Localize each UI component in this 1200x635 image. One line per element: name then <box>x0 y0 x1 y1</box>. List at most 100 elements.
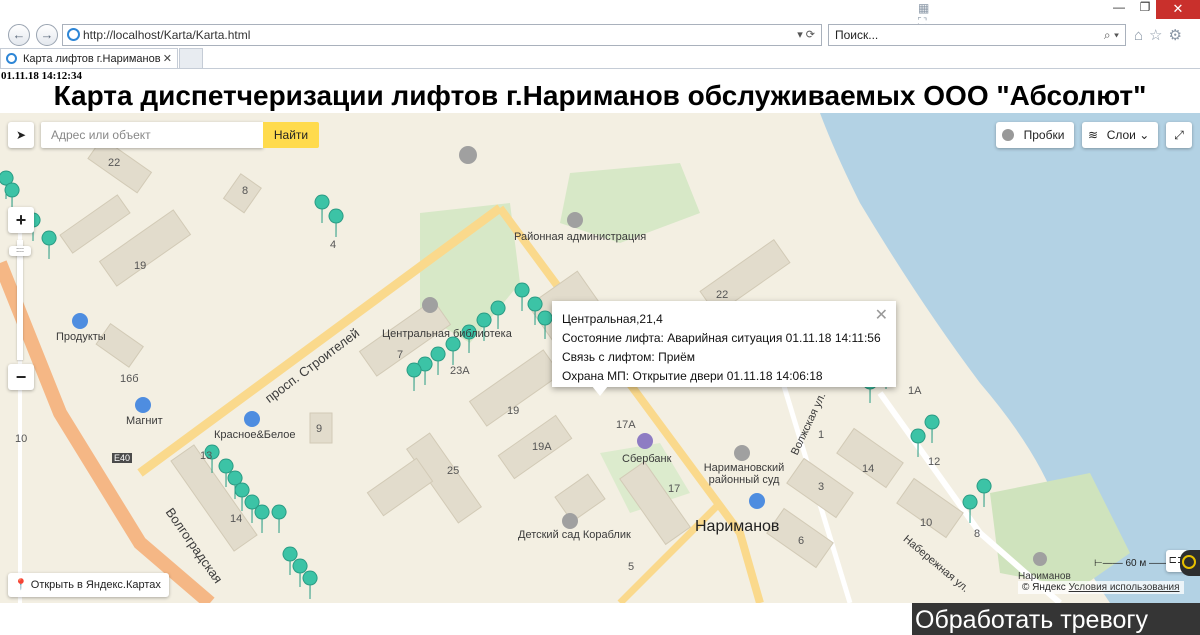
close-icon[interactable]: ✕ <box>875 306 888 325</box>
plus-icon: + <box>15 210 27 230</box>
map-pin-icon: 📍 <box>14 579 28 591</box>
terms-link[interactable]: Условия использования <box>1069 582 1180 593</box>
house-number: 1А <box>908 385 922 397</box>
house-number: 19 <box>507 405 520 417</box>
label-library: Центральная библиотека <box>382 328 512 340</box>
search-icon[interactable]: ⌕ ▾ <box>1104 25 1119 45</box>
house-number: 19 <box>134 260 147 272</box>
house-number: 14 <box>230 513 243 525</box>
house-number: 16б <box>120 373 139 385</box>
house-number: 4 <box>330 239 337 251</box>
house-number: 12 <box>928 456 941 468</box>
url-text: http://localhost/Karta/Karta.html <box>83 28 251 42</box>
house-number: 6 <box>798 535 805 547</box>
label-road-e40: E40 <box>112 453 133 463</box>
label-kindergarten: Детский сад Кораблик <box>518 529 631 541</box>
house-number: 14 <box>862 463 875 475</box>
scale-label: 60 м <box>1125 558 1147 569</box>
address-bar[interactable]: http://localhost/Karta/Karta.html ▾ ⟳ <box>62 24 822 46</box>
traffic-label: Пробки <box>1023 128 1065 142</box>
house-number: 9 <box>316 423 323 435</box>
guard-value: Открытие двери 01.11.18 14:06:18 <box>632 369 823 383</box>
house-number: 17 <box>668 483 681 495</box>
link-value: Приём <box>658 350 696 364</box>
tab-karta[interactable]: Карта лифтов г.Нариманов ✕ <box>0 48 178 69</box>
chevron-down-icon: ⌄ <box>1139 128 1150 142</box>
layers-label: Слои <box>1106 128 1136 142</box>
fullscreen-button[interactable]: ⤢ <box>1166 122 1192 148</box>
popup-link-row: Связь с лифтом: Приём <box>562 348 886 367</box>
house-number: 8 <box>242 185 249 197</box>
forward-button[interactable]: → <box>36 24 58 46</box>
forward-arrow-icon: → <box>40 27 54 42</box>
traffic-button[interactable]: Пробки <box>996 122 1074 148</box>
house-number: 22 <box>716 289 729 301</box>
page-title: Карта диспетчеризации лифтов г.Нариманов… <box>53 80 1147 111</box>
label-sberbank: Сбербанк <box>622 453 672 465</box>
process-alarm-button[interactable]: Обработать тревогу <box>912 603 1200 635</box>
label-krasnoe: Красное&Белое <box>214 429 296 441</box>
open-yandex-maps-link[interactable]: 📍 Открыть в Яндекс.Картах <box>8 573 169 597</box>
zoom-slider[interactable] <box>17 240 23 360</box>
house-number: 22 <box>108 157 121 169</box>
state-value: Аварийная ситуация 01.11.18 14:11:56 <box>667 331 881 345</box>
zoom-out-button[interactable]: − <box>8 364 34 390</box>
road-central <box>496 205 764 603</box>
popup-address: Центральная,21,4 <box>562 312 663 326</box>
chrome-divider <box>0 68 1200 69</box>
layers-button[interactable]: ≋ Слои ⌄ <box>1082 122 1158 148</box>
state-label: Состояние лифта: <box>562 331 664 345</box>
new-tab-button[interactable] <box>179 48 203 69</box>
house-number: 10 <box>15 433 28 445</box>
close-window-button[interactable]: ✕ <box>1156 0 1200 19</box>
map-search-input[interactable]: Адрес или объект <box>41 122 263 148</box>
house-number: 8 <box>974 528 981 540</box>
ie-logo-icon <box>67 28 80 41</box>
house-number: 1 <box>818 429 825 441</box>
side-panel-toggle[interactable] <box>1180 550 1200 576</box>
zoom-in-button[interactable]: + <box>8 207 34 233</box>
house-number: 13 <box>200 450 213 462</box>
label-magnit: Магнит <box>126 415 163 427</box>
label-city: Нариманов <box>695 518 780 535</box>
house-number: 3 <box>818 481 825 493</box>
traffic-icon <box>1002 129 1014 141</box>
popup-tail <box>592 386 608 396</box>
panel-icon <box>1182 555 1196 569</box>
geolocation-button[interactable]: ➤ <box>8 122 34 148</box>
tab-ie-icon <box>6 53 17 64</box>
popup-guard-row: Охрана МП: Открытие двери 01.11.18 14:06… <box>562 367 886 386</box>
label-products: Продукты <box>56 331 106 343</box>
tab-title: Карта лифтов г.Нариманов <box>23 53 161 65</box>
house-number: 23А <box>450 365 470 377</box>
search-placeholder: Поиск... <box>835 28 879 42</box>
toolbar-icons[interactable]: ⌂☆⚙ <box>1134 26 1188 44</box>
popup-state-row: Состояние лифта: Аварийная ситуация 01.1… <box>562 329 886 348</box>
house-number: 25 <box>447 465 460 477</box>
back-button[interactable]: ← <box>8 24 30 46</box>
house-number: 10 <box>920 517 933 529</box>
lift-info-popup: Центральная,21,4 Состояние лифта: Аварий… <box>552 301 896 387</box>
maximize-button[interactable]: ❐ <box>1132 0 1158 17</box>
link-label: Связь с лифтом: <box>562 350 655 364</box>
house-number: 5 <box>628 561 635 573</box>
find-button[interactable]: Найти <box>263 122 319 148</box>
minimize-button[interactable]: — <box>1106 0 1132 17</box>
refresh-icon[interactable]: ▾ ⟳ <box>797 25 815 45</box>
open-yandex-label: Открыть в Яндекс.Картах <box>30 579 161 591</box>
copyright: © Яндекс Условия использования <box>1018 581 1184 594</box>
layers-icon: ≋ <box>1088 128 1099 142</box>
copyright-text: © Яндекс <box>1022 582 1066 593</box>
zoom-handle[interactable]: :::: <box>9 246 31 256</box>
tab-close-icon[interactable]: ✕ <box>163 49 172 69</box>
back-arrow-icon: ← <box>12 27 26 42</box>
road-volgogradskaya <box>0 260 215 603</box>
label-court: Наримановский районный суд <box>703 462 785 486</box>
browser-search-input[interactable]: Поиск... ⌕ ▾ <box>828 24 1126 46</box>
label-admin: Районная администрация <box>514 231 647 243</box>
location-arrow-icon: ➤ <box>15 128 27 142</box>
expand-icon: ⤢ <box>1174 128 1184 142</box>
minus-icon: − <box>15 367 27 387</box>
house-number: 19А <box>532 441 552 453</box>
guard-label: Охрана МП: <box>562 369 630 383</box>
